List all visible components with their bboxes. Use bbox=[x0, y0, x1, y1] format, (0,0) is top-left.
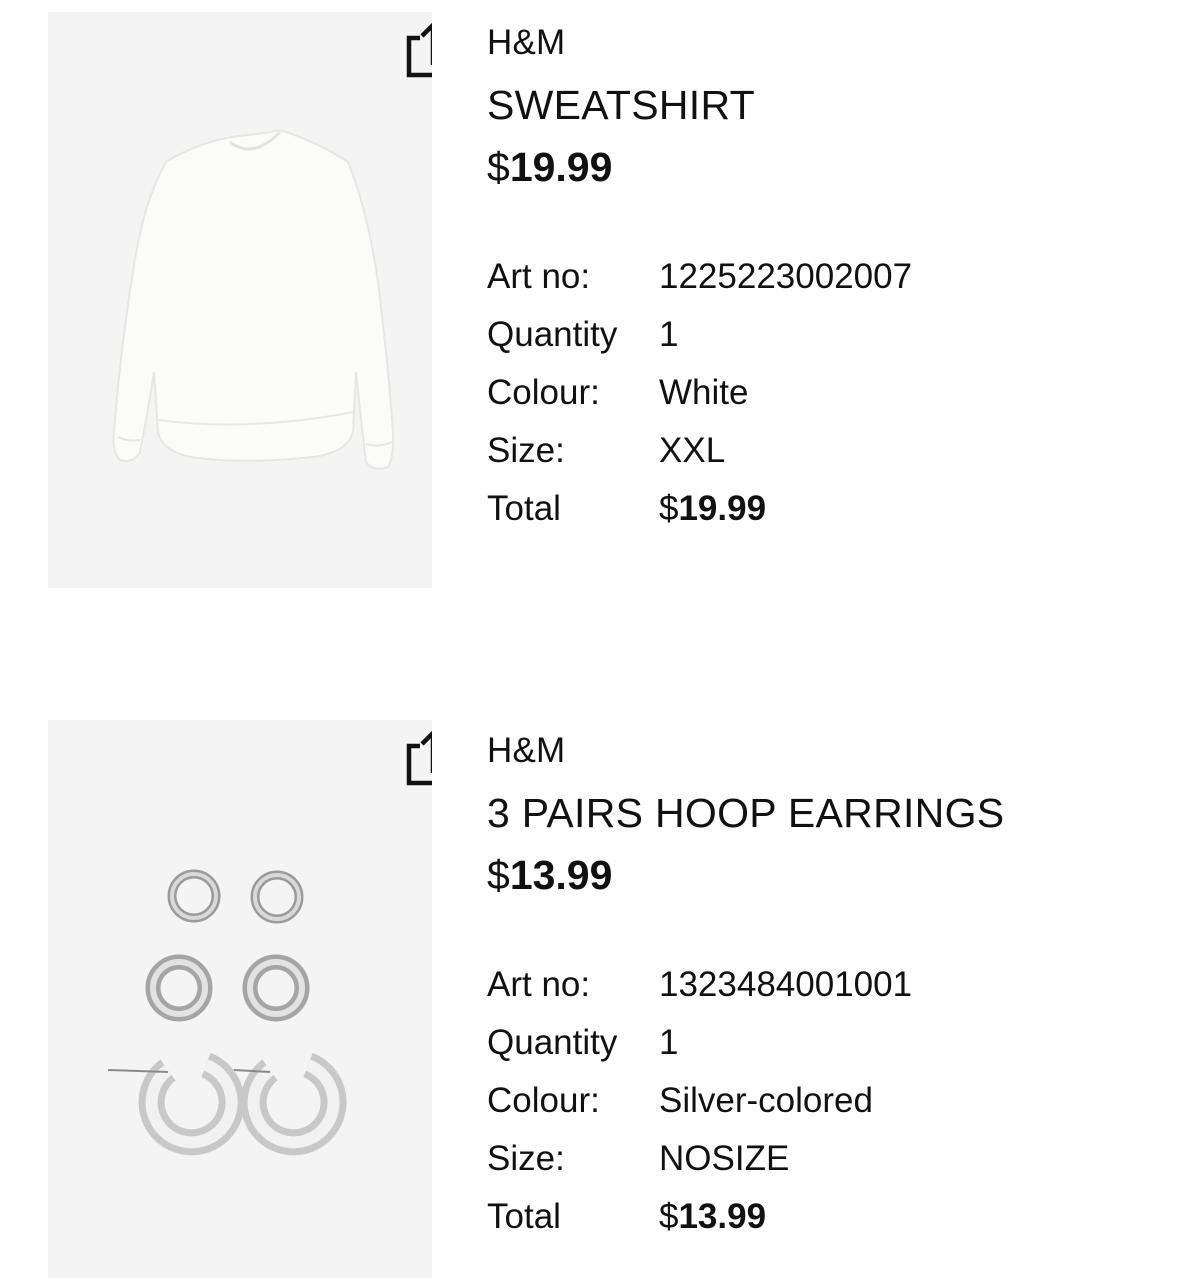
price-currency: $ bbox=[487, 852, 510, 898]
detail-row-size: Size: XXL bbox=[487, 422, 1167, 480]
share-icon bbox=[406, 22, 432, 78]
detail-row-colour: Colour: White bbox=[487, 364, 1167, 422]
total-currency: $ bbox=[659, 489, 679, 528]
colour-value: Silver-colored bbox=[659, 1081, 873, 1120]
product-image-container[interactable] bbox=[48, 720, 432, 1278]
total-currency: $ bbox=[659, 1197, 679, 1236]
product-details: Art no: 1323484001001 Quantity 1 Colour:… bbox=[487, 956, 1167, 1246]
price-amount: 13.99 bbox=[509, 852, 613, 898]
detail-row-quantity: Quantity 1 bbox=[487, 1014, 1167, 1072]
detail-row-total: Total $19.99 bbox=[487, 480, 1167, 538]
art-no-value: 1323484001001 bbox=[659, 965, 913, 1004]
product-title[interactable]: 3 PAIRS HOOP EARRINGS bbox=[487, 788, 1167, 838]
colour-label: Colour: bbox=[487, 1081, 600, 1120]
product-title[interactable]: SWEATSHIRT bbox=[487, 80, 1167, 130]
share-button[interactable] bbox=[400, 728, 432, 790]
total-value: $19.99 bbox=[659, 480, 1167, 538]
detail-row-total: Total $13.99 bbox=[487, 1188, 1167, 1246]
product-card: H&M SWEATSHIRT $19.99 Art no: 1225223002… bbox=[0, 12, 1179, 588]
size-label: Size: bbox=[487, 1139, 565, 1178]
price-currency: $ bbox=[487, 144, 510, 190]
product-details: Art no: 1225223002007 Quantity 1 Colour:… bbox=[487, 248, 1167, 538]
size-value: XXL bbox=[659, 431, 726, 470]
product-image-container[interactable] bbox=[48, 12, 432, 588]
detail-row-art-no: Art no: 1323484001001 bbox=[487, 956, 1167, 1014]
price-amount: 19.99 bbox=[509, 144, 613, 190]
share-icon bbox=[406, 730, 432, 786]
detail-row-colour: Colour: Silver-colored bbox=[487, 1072, 1167, 1130]
total-amount: 19.99 bbox=[678, 489, 767, 528]
detail-row-size: Size: NOSIZE bbox=[487, 1130, 1167, 1188]
product-info: H&M 3 PAIRS HOOP EARRINGS $13.99 Art no:… bbox=[487, 720, 1167, 1246]
size-label: Size: bbox=[487, 431, 565, 470]
art-no-label: Art no: bbox=[487, 257, 591, 296]
colour-value: White bbox=[659, 373, 749, 412]
detail-row-quantity: Quantity 1 bbox=[487, 306, 1167, 364]
product-image-earrings[interactable] bbox=[48, 720, 432, 1278]
colour-label: Colour: bbox=[487, 373, 600, 412]
quantity-value: 1 bbox=[659, 1023, 679, 1062]
detail-row-art-no: Art no: 1225223002007 bbox=[487, 248, 1167, 306]
total-label: Total bbox=[487, 489, 561, 528]
brand-name: H&M bbox=[487, 731, 566, 770]
quantity-label: Quantity bbox=[487, 1023, 618, 1062]
total-amount: 13.99 bbox=[678, 1197, 767, 1236]
quantity-label: Quantity bbox=[487, 315, 618, 354]
product-card: H&M 3 PAIRS HOOP EARRINGS $13.99 Art no:… bbox=[0, 720, 1179, 1278]
total-value: $13.99 bbox=[659, 1188, 1167, 1246]
product-info: H&M SWEATSHIRT $19.99 Art no: 1225223002… bbox=[487, 12, 1167, 538]
brand-name: H&M bbox=[487, 23, 566, 62]
total-label: Total bbox=[487, 1197, 561, 1236]
product-price: $19.99 bbox=[487, 142, 1167, 192]
art-no-value: 1225223002007 bbox=[659, 257, 913, 296]
art-no-label: Art no: bbox=[487, 965, 591, 1004]
product-image-sweatshirt[interactable] bbox=[48, 12, 432, 588]
size-value: NOSIZE bbox=[659, 1139, 790, 1178]
product-price: $13.99 bbox=[487, 850, 1167, 900]
quantity-value: 1 bbox=[659, 315, 679, 354]
share-button[interactable] bbox=[400, 20, 432, 82]
